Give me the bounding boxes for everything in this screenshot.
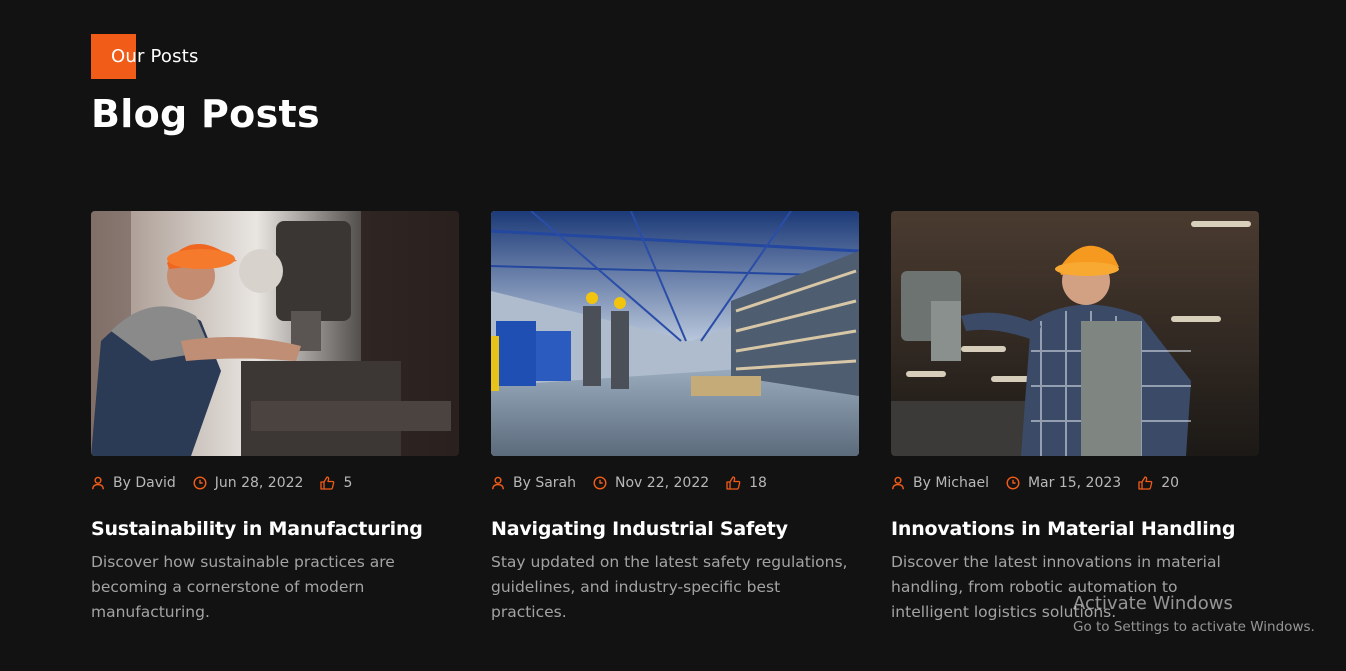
post-excerpt: Stay updated on the latest safety regula…	[491, 553, 848, 621]
post-date: Nov 22, 2022	[593, 475, 709, 491]
post-excerpt: Discover how sustainable practices are b…	[91, 553, 395, 621]
post-date-label: Nov 22, 2022	[615, 475, 710, 491]
post-author[interactable]: By David	[91, 475, 176, 491]
user-icon	[492, 476, 504, 490]
post-date-label: Jun 28, 2022	[214, 475, 304, 491]
post-card[interactable]: By Sarah Nov 22, 2022 18 Navigating Indu…	[491, 211, 859, 625]
clock-icon	[193, 476, 207, 490]
post-thumbnail[interactable]	[91, 211, 459, 456]
post-card[interactable]: By Michael Mar 15, 2023 20 Innovations i…	[891, 211, 1259, 625]
post-likes-count: 5	[343, 475, 353, 491]
post-date-label: Mar 15, 2023	[1027, 475, 1122, 491]
blog-section: Our Posts Blog Posts By David Jun 28, 20…	[0, 0, 1346, 671]
user-icon	[892, 476, 904, 490]
post-meta: By Michael Mar 15, 2023 20	[891, 473, 1259, 493]
post-likes[interactable]: 18	[726, 475, 767, 491]
post-likes-count: 18	[749, 475, 767, 491]
activate-windows-subtitle: Go to Settings to activate Windows.	[1073, 619, 1315, 635]
post-thumbnail[interactable]	[891, 211, 1259, 456]
post-card[interactable]: By David Jun 28, 2022 5 Sustainability i…	[91, 211, 459, 625]
clock-icon	[1006, 476, 1020, 490]
post-title[interactable]: Navigating Industrial Safety	[491, 516, 859, 542]
user-icon	[92, 476, 104, 490]
post-likes[interactable]: 5	[320, 475, 352, 491]
page-title: Blog Posts	[91, 92, 320, 136]
post-title[interactable]: Sustainability in Manufacturing	[91, 516, 459, 542]
post-author-label: By Michael	[913, 475, 989, 491]
post-title[interactable]: Innovations in Material Handling	[891, 516, 1259, 542]
post-meta: By Sarah Nov 22, 2022 18	[491, 473, 859, 493]
post-date: Mar 15, 2023	[1006, 475, 1121, 491]
post-author[interactable]: By Sarah	[491, 475, 576, 491]
activate-windows-watermark: Activate Windows Go to Settings to activ…	[1073, 593, 1315, 636]
post-likes[interactable]: 20	[1138, 475, 1179, 491]
clock-icon	[593, 476, 607, 490]
post-author-label: By Sarah	[513, 475, 577, 491]
post-list: By David Jun 28, 2022 5 Sustainability i…	[91, 211, 1259, 625]
post-thumbnail[interactable]	[491, 211, 859, 456]
post-meta: By David Jun 28, 2022 5	[91, 473, 459, 493]
thumbs-up-icon	[726, 476, 741, 490]
section-eyebrow: Our Posts	[91, 34, 199, 79]
eyebrow-label: Our Posts	[111, 46, 199, 67]
post-author[interactable]: By Michael	[891, 475, 989, 491]
thumbs-up-icon	[1138, 476, 1153, 490]
thumbs-up-icon	[320, 476, 335, 490]
post-likes-count: 20	[1161, 475, 1180, 491]
post-author-label: By David	[113, 475, 176, 491]
post-date: Jun 28, 2022	[193, 475, 304, 491]
activate-windows-title: Activate Windows	[1073, 593, 1233, 614]
